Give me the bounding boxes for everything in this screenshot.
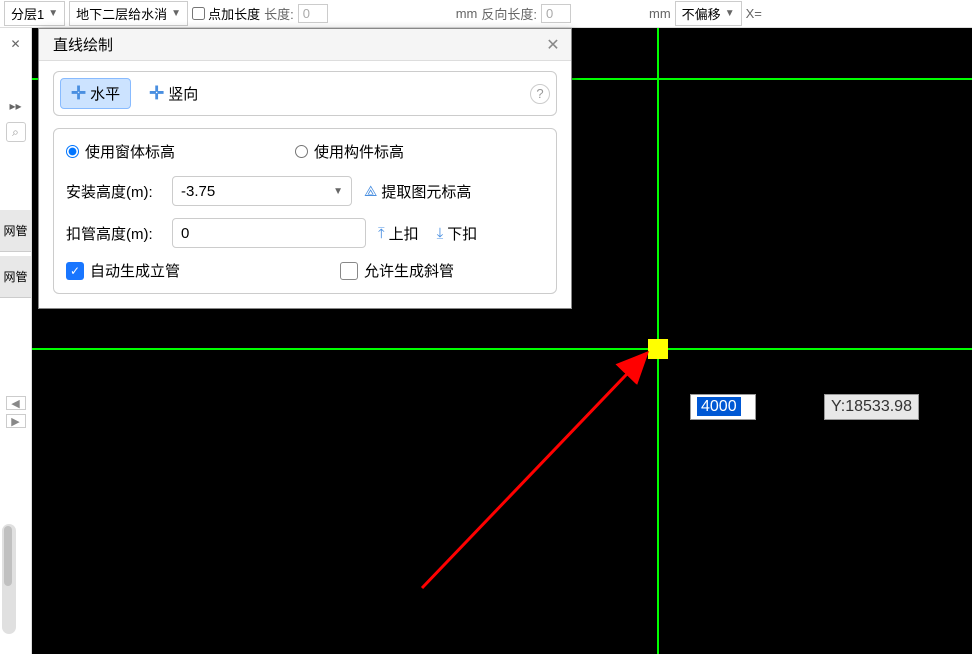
reverse-length-field[interactable]: 0 [541,4,571,23]
grid-line-horizontal [32,348,972,350]
length-label: 长度: [264,4,294,23]
add-length-checkbox[interactable]: 点加长度 [192,4,260,23]
up-deduct-button[interactable]: ⤒上扣 [372,221,425,246]
deduct-height-input[interactable] [172,218,366,248]
scene-dropdown[interactable]: 地下二层给水消▼ [69,1,188,26]
close-sidebar-icon[interactable]: ✕ [4,32,28,56]
down-icon: ⤓ [437,225,444,242]
reverse-length-label: 反向长度: [481,4,537,23]
mm-unit-1: mm [456,6,478,21]
form-container: 使用窗体标高 使用构件标高 安装高度(m): -3.75▼ ⟁提取图元标高 扣管… [53,128,557,294]
extract-elev-button[interactable]: ⟁提取图元标高 [358,179,477,204]
form-elev-radio[interactable]: 使用窗体标高 [66,141,175,162]
vertical-mode-button[interactable]: ✛竖向 [139,79,208,108]
line-draw-dialog: 直线绘制 ✕ ✛水平 ✛竖向 ? 使用窗体标高 使用构件标高 安装高度(m): … [38,28,572,309]
crosshair-icon: ✛ [71,83,86,104]
y-coordinate-display: Y:18533.98 [824,394,919,420]
x-equals-label: X= [746,6,762,21]
x-coordinate-input[interactable]: 4000 [690,394,756,420]
dialog-title-text: 直线绘制 [53,34,113,55]
expand-icon[interactable]: ▸▸ [4,94,28,118]
install-height-label: 安装高度(m): [66,181,166,202]
dialog-titlebar[interactable]: 直线绘制 ✕ [39,29,571,61]
sidebar-item-1[interactable]: 网管 [0,210,31,252]
cursor-point-marker [648,339,668,359]
annotation-arrow [412,328,692,598]
down-deduct-button[interactable]: ⤓下扣 [431,221,484,246]
crosshair-icon: ✛ [149,83,164,104]
mm-unit-2: mm [649,6,671,21]
left-sidebar: ✕ ▸▸ ⌕ 网管 网管 ◀ ▶ [0,28,32,654]
extract-icon: ⟁ [364,183,377,200]
top-toolbar: 分层1▼ 地下二层给水消▼ 点加长度 长度: 0 mm 反向长度: 0 mm 不… [0,0,972,28]
unchecked-icon [340,262,358,280]
left-nav-arrow[interactable]: ◀ [6,396,26,410]
checked-icon: ✓ [66,262,84,280]
up-icon: ⤒ [378,225,385,242]
allow-slant-checkbox[interactable]: 允许生成斜管 [340,260,454,281]
deduct-height-label: 扣管高度(m): [66,223,166,244]
sidebar-item-2[interactable]: 网管 [0,256,31,298]
auto-generate-checkbox[interactable]: ✓自动生成立管 [66,260,180,281]
install-height-dropdown[interactable]: -3.75▼ [172,176,352,206]
mode-selector-row: ✛水平 ✛竖向 ? [53,71,557,116]
search-icon[interactable]: ⌕ [6,122,26,142]
help-icon[interactable]: ? [530,84,550,104]
component-elev-radio[interactable]: 使用构件标高 [295,141,404,162]
offset-dropdown[interactable]: 不偏移▼ [675,1,742,26]
length-field[interactable]: 0 [298,4,328,23]
horizontal-mode-button[interactable]: ✛水平 [60,78,131,109]
right-nav-arrow[interactable]: ▶ [6,414,26,428]
layer-dropdown[interactable]: 分层1▼ [4,1,65,26]
close-icon[interactable]: ✕ [543,35,563,55]
vertical-scrollbar[interactable] [2,524,16,634]
